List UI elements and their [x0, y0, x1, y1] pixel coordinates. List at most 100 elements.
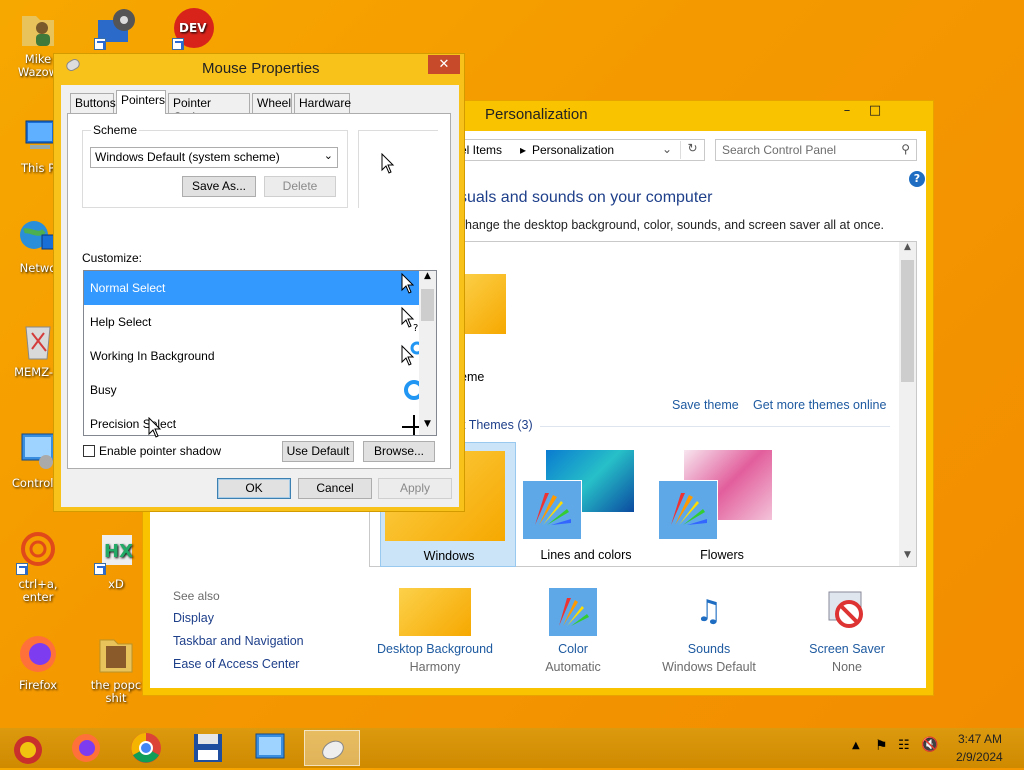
folder-icon: [94, 632, 138, 676]
see-also-ease-link[interactable]: Ease of Access Center: [173, 657, 299, 671]
desktop-icon-ctrl-a-enter[interactable]: ctrl+a, enter: [3, 531, 73, 604]
save-as-button[interactable]: Save As...: [182, 176, 256, 197]
list-item[interactable]: Normal Select: [84, 271, 436, 305]
delete-button[interactable]: Delete: [264, 176, 336, 197]
chevron-down-icon: ⌄: [323, 150, 333, 162]
palette-icon: [658, 480, 718, 540]
pointers-tab-panel: Scheme Windows Default (system scheme) ⌄…: [67, 113, 451, 469]
scroll-down-icon[interactable]: ▼: [899, 550, 916, 566]
taskbar: ▲ ⚑ ☷ 🔇 3:47 AM 2/9/2024: [0, 728, 1024, 768]
svg-text:?: ?: [413, 323, 418, 334]
firefox-icon: [72, 734, 100, 762]
chevron-down-icon[interactable]: ⌄: [662, 142, 672, 156]
desktop-icon-xd[interactable]: HX xD: [81, 531, 151, 591]
tab-hardware[interactable]: Hardware: [294, 93, 351, 113]
browse-button[interactable]: Browse...: [363, 441, 435, 462]
tab-buttons[interactable]: Buttons: [70, 93, 116, 113]
taskbar-firefox[interactable]: [60, 730, 116, 766]
pointer-list[interactable]: Normal Select Help Select ? Working In B…: [83, 270, 437, 436]
scheme-label: Scheme: [91, 123, 140, 137]
arrow-cursor-icon: [381, 153, 395, 174]
scroll-down-icon[interactable]: ▼: [419, 419, 436, 435]
address-bar[interactable]: el Items ▸ Personalization ⌄ ↻: [443, 139, 705, 161]
scroll-up-icon[interactable]: ▲: [419, 271, 436, 287]
svg-text:DEV: DEV: [179, 21, 207, 35]
mouse-app-icon: [64, 57, 82, 73]
apply-button[interactable]: Apply: [378, 478, 452, 499]
maximize-button[interactable]: □: [861, 101, 889, 121]
shortcut-arrow-icon: [94, 38, 106, 50]
tab-wheel[interactable]: Wheel: [252, 93, 292, 113]
see-also-taskbar-link[interactable]: Taskbar and Navigation: [173, 634, 304, 648]
tab-pointers[interactable]: Pointers: [116, 90, 166, 114]
color-palette-icon: [549, 588, 597, 636]
close-button[interactable]: ✕: [428, 55, 460, 74]
setting-value: Harmony: [409, 660, 461, 674]
enable-shadow-label[interactable]: Enable pointer shadow: [99, 444, 221, 458]
taskbar-save[interactable]: [180, 730, 236, 766]
setting-value: Windows Default: [662, 660, 756, 674]
desktop-icon-label: Firefox: [18, 678, 58, 692]
scheme-select[interactable]: Windows Default (system scheme) ⌄: [90, 147, 338, 168]
mouse-icon: [322, 740, 344, 760]
themes-scrollbar[interactable]: ▲ ▼: [899, 242, 916, 566]
use-default-button[interactable]: Use Default: [282, 441, 354, 462]
address-crumb-items[interactable]: el Items: [460, 143, 502, 157]
dialog-body: Buttons Pointers Pointer Options Wheel H…: [61, 85, 459, 507]
list-scrollbar[interactable]: ▲ ▼: [419, 271, 436, 435]
refresh-icon[interactable]: ↻: [680, 141, 704, 159]
address-crumb-current[interactable]: Personalization: [532, 143, 614, 157]
volume-muted-icon[interactable]: 🔇: [921, 737, 938, 753]
clock-time[interactable]: 3:47 AM: [958, 732, 1002, 746]
taskbar-mouse-properties[interactable]: [304, 730, 360, 766]
pointer-name: Busy: [90, 383, 117, 397]
theme-lines-and-colors[interactable]: Lines and colors: [520, 442, 652, 567]
enable-shadow-checkbox[interactable]: [83, 445, 95, 457]
chrome-icon: [131, 733, 161, 763]
color-setting[interactable]: Color Automatic: [523, 588, 623, 678]
palette-icon: [522, 480, 582, 540]
desktop-icon-devcpp[interactable]: DEV: [159, 6, 229, 53]
list-item[interactable]: Working In Background: [84, 339, 436, 373]
sounds-setting[interactable]: ♫ Sounds Windows Default: [649, 588, 769, 678]
list-item[interactable]: Busy: [84, 373, 436, 407]
tab-pointer-options[interactable]: Pointer Options: [168, 93, 250, 124]
start-button[interactable]: [2, 730, 58, 766]
theme-label: Lines and colors: [540, 548, 632, 562]
setting-value: Automatic: [545, 660, 601, 674]
taskbar-chrome[interactable]: [118, 730, 174, 766]
cancel-button[interactable]: Cancel: [298, 478, 372, 499]
pointer-name: Help Select: [90, 315, 152, 329]
scroll-up-icon[interactable]: ▲: [899, 242, 916, 258]
screen-saver-setting[interactable]: Screen Saver None: [797, 588, 897, 678]
my-theme-preview[interactable]: [458, 274, 506, 334]
list-item[interactable]: Precision Select: [84, 407, 436, 435]
devcpp-icon: DEV: [172, 6, 216, 50]
clock-date[interactable]: 2/9/2024: [956, 750, 1003, 764]
network-tray-icon[interactable]: ☷: [898, 738, 910, 753]
minimize-button[interactable]: –: [833, 101, 861, 121]
show-hidden-icons[interactable]: ▲: [852, 740, 860, 751]
scroll-thumb[interactable]: [421, 289, 434, 321]
list-item[interactable]: Help Select ?: [84, 305, 436, 339]
desktop-background-setting[interactable]: Desktop Background Harmony: [375, 588, 495, 678]
desktop-icon-control-top[interactable]: [81, 6, 151, 53]
mouse-properties-dialog: Mouse Properties ✕ Buttons Pointers Poin…: [53, 53, 465, 512]
desktop-icon-firefox[interactable]: Firefox: [3, 632, 73, 692]
desktop-icon-folder[interactable]: the popc shit: [81, 632, 151, 705]
breadcrumb-separator-icon: ▸: [520, 143, 527, 157]
search-icon[interactable]: ⚲: [901, 142, 910, 156]
ok-button[interactable]: OK: [217, 478, 291, 499]
help-icon[interactable]: ?: [909, 171, 925, 187]
search-input[interactable]: Search Control Panel ⚲: [715, 139, 917, 161]
scroll-thumb[interactable]: [901, 260, 914, 382]
get-more-themes-link[interactable]: Get more themes online: [753, 398, 886, 412]
theme-flowers[interactable]: Flowers: [656, 442, 788, 567]
floppy-disk-icon: [194, 734, 222, 762]
see-also-display-link[interactable]: Display: [173, 611, 214, 625]
pointer-preview-box: [358, 130, 438, 208]
taskbar-control-panel[interactable]: [242, 730, 298, 766]
save-theme-link[interactable]: Save theme: [672, 398, 739, 412]
action-center-flag-icon[interactable]: ⚑: [875, 738, 888, 754]
mouse-cursor-icon: [148, 417, 162, 438]
